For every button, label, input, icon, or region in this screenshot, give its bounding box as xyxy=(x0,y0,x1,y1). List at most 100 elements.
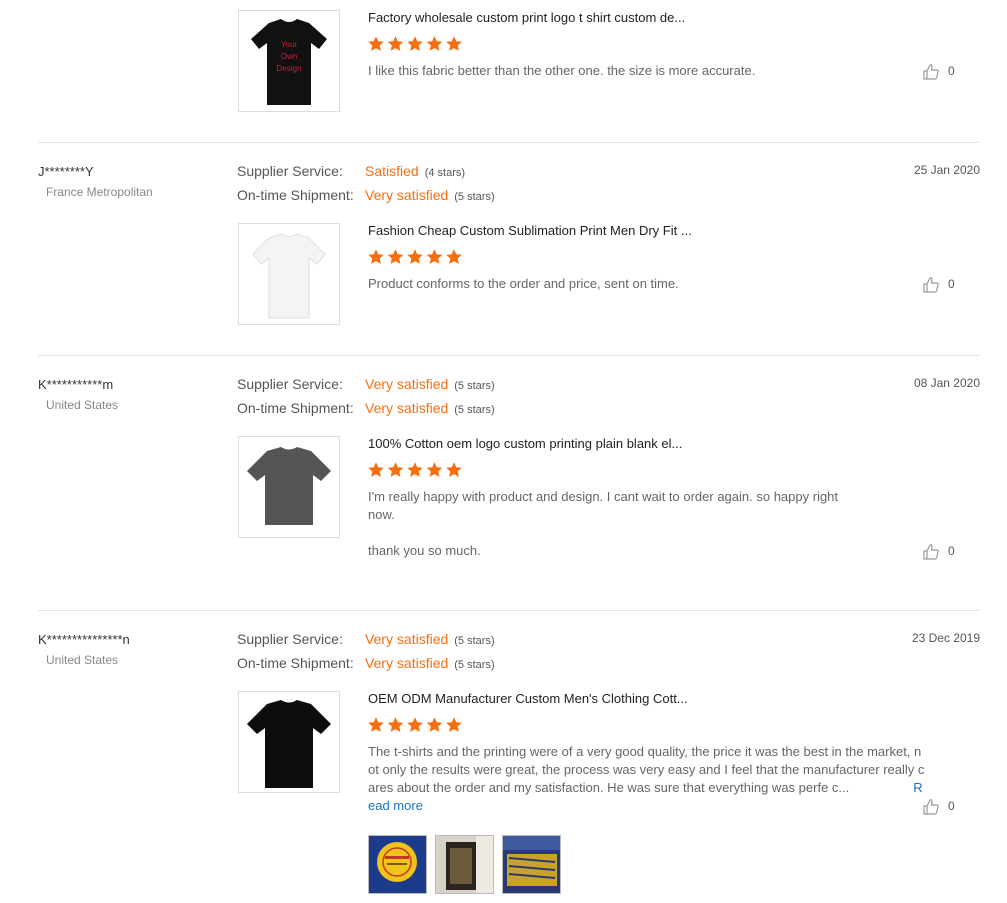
black-tshirt-image xyxy=(247,700,331,788)
review-comment: I like this fabric better than the other… xyxy=(368,63,756,78)
like-button[interactable]: 0 xyxy=(922,798,962,818)
shirt-stack-photo xyxy=(436,836,493,893)
review-photo[interactable] xyxy=(502,835,561,894)
product-title-link[interactable]: Factory wholesale custom print logo t sh… xyxy=(368,10,685,25)
stars-svg xyxy=(368,36,462,51)
review-comment-text: The t-shirts and the printing were of a … xyxy=(368,744,925,795)
ontime-shipment-rating: On-time Shipment: Very satisfied (5 stars) xyxy=(237,398,495,418)
like-count: 0 xyxy=(948,64,955,78)
star-rating xyxy=(367,716,465,734)
like-button[interactable]: 0 xyxy=(922,63,962,83)
review-photos xyxy=(368,835,568,895)
like-button[interactable]: 0 xyxy=(922,276,962,296)
product-thumbnail[interactable] xyxy=(238,223,340,325)
star-icon xyxy=(368,36,384,51)
product-thumbnail[interactable]: Your Own Design xyxy=(238,10,340,112)
star-icon xyxy=(446,36,462,51)
star-icon xyxy=(426,462,443,477)
star-icon xyxy=(368,249,384,264)
star-rating xyxy=(367,248,465,266)
supplier-service-value: Very satisfied xyxy=(365,631,449,647)
review-comment: The t-shirts and the printing were of a … xyxy=(368,743,928,815)
reviewer-name: K***************n xyxy=(38,632,130,647)
supplier-service-value: Very satisfied xyxy=(365,376,449,392)
product-title-link[interactable]: OEM ODM Manufacturer Custom Men's Clothi… xyxy=(368,691,688,706)
review-date: 08 Jan 2020 xyxy=(913,376,980,390)
ontime-shipment-label: On-time Shipment: xyxy=(237,187,354,203)
ontime-shipment-rating: On-time Shipment: Very satisfied (5 stars) xyxy=(237,185,495,205)
star-icon xyxy=(387,462,404,477)
star-rating xyxy=(367,461,465,479)
printed-label-photo xyxy=(369,836,426,893)
product-title-link[interactable]: Fashion Cheap Custom Sublimation Print M… xyxy=(368,223,692,238)
design-text-2: Own xyxy=(281,52,297,61)
ontime-shipment-value: Very satisfied xyxy=(365,655,449,671)
star-icon xyxy=(368,717,384,732)
star-icon xyxy=(407,717,423,732)
supplier-service-value: Satisfied xyxy=(365,163,419,179)
review-date: 23 Dec 2019 xyxy=(911,631,980,645)
ontime-shipment-value: Very satisfied xyxy=(365,187,449,203)
thumbs-up-icon xyxy=(923,799,939,815)
black-tshirt-design-image: Your Own Design xyxy=(251,19,327,105)
like-count: 0 xyxy=(948,544,955,558)
supplier-service-rating: Supplier Service: Very satisfied (5 stars) xyxy=(237,629,495,649)
reviewer-country: France Metropolitan xyxy=(46,185,153,199)
review-comment: I'm really happy with product and design… xyxy=(368,489,839,522)
ontime-shipment-rating: On-time Shipment: Very satisfied (5 stars) xyxy=(237,653,495,673)
thumbs-up-icon xyxy=(923,277,939,293)
stars-svg xyxy=(368,249,462,264)
star-icon xyxy=(426,717,443,732)
white-tshirt-image xyxy=(252,233,326,319)
ontime-shipment-stars: (5 stars) xyxy=(454,191,495,203)
supplier-service-rating: Supplier Service: Satisfied (4 stars) xyxy=(237,161,465,181)
like-count: 0 xyxy=(948,799,955,813)
supplier-service-stars: (4 stars) xyxy=(424,167,466,179)
star-icon xyxy=(387,717,404,732)
star-icon xyxy=(387,36,404,51)
star-icon xyxy=(407,249,423,264)
stars-svg xyxy=(368,717,462,732)
product-thumbnail[interactable] xyxy=(238,436,340,538)
design-text-1: Your xyxy=(281,40,298,49)
supplier-service-stars: (5 stars) xyxy=(454,380,495,392)
divider xyxy=(38,610,980,611)
product-thumbnail[interactable] xyxy=(238,691,340,793)
star-icon xyxy=(387,249,404,264)
ontime-shipment-stars: (5 stars) xyxy=(454,404,495,416)
star-icon xyxy=(426,36,443,51)
reviewer-name: K***********m xyxy=(38,377,114,392)
review-photo[interactable] xyxy=(368,835,427,894)
star-icon xyxy=(446,717,462,732)
ontime-shipment-label: On-time Shipment: xyxy=(237,400,354,416)
star-icon xyxy=(426,249,443,264)
star-icon xyxy=(407,462,423,477)
stars-svg xyxy=(368,462,462,477)
like-button[interactable]: 0 xyxy=(922,543,962,563)
star-icon xyxy=(446,462,462,477)
review-photo[interactable] xyxy=(435,835,494,894)
gray-tshirt-image xyxy=(247,447,331,525)
ontime-shipment-value: Very satisfied xyxy=(365,400,449,416)
design-text-3: Design xyxy=(277,64,302,73)
ontime-shipment-label: On-time Shipment: xyxy=(237,655,354,671)
product-title-link[interactable]: 100% Cotton oem logo custom printing pla… xyxy=(368,436,682,451)
supplier-service-label: Supplier Service: xyxy=(237,163,343,179)
review-comment: Product conforms to the order and price,… xyxy=(368,276,679,291)
packaged-shirts-photo xyxy=(503,836,560,893)
reviewer-country: United States xyxy=(46,653,119,667)
star-icon xyxy=(368,462,384,477)
supplier-service-label: Supplier Service: xyxy=(237,631,343,647)
divider xyxy=(38,355,980,356)
reviewer-name: J********Y xyxy=(38,164,94,179)
reviewer-country: United States xyxy=(46,398,119,412)
like-count: 0 xyxy=(948,277,955,291)
supplier-service-stars: (5 stars) xyxy=(454,635,495,647)
supplier-service-rating: Supplier Service: Very satisfied (5 stars) xyxy=(237,374,495,394)
divider xyxy=(38,142,980,143)
star-rating xyxy=(367,35,465,53)
thumbs-up-icon xyxy=(923,64,939,80)
thumbs-up-icon xyxy=(923,544,939,560)
supplier-service-label: Supplier Service: xyxy=(237,376,343,392)
review-comment-continued: thank you so much. xyxy=(368,543,481,558)
